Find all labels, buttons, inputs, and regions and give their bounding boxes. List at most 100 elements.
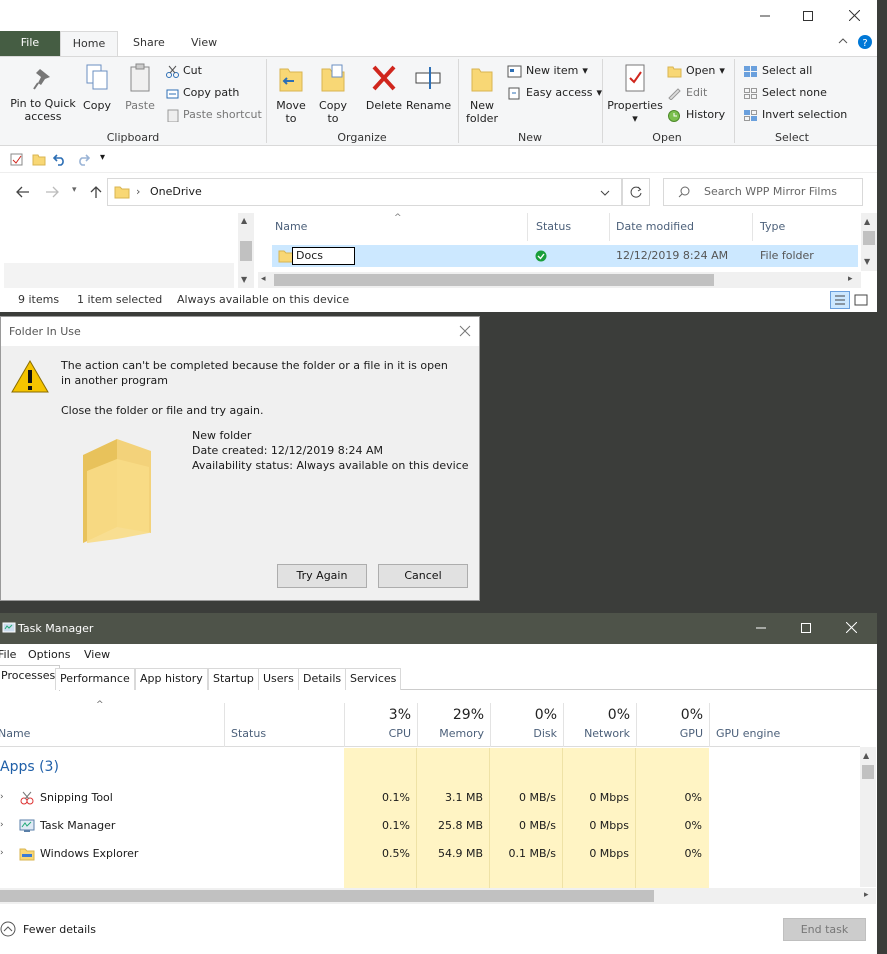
menu-options[interactable]: Options bbox=[28, 648, 70, 661]
move-to-button[interactable]: Move to bbox=[274, 63, 308, 125]
close-button[interactable] bbox=[846, 622, 857, 633]
scroll-down-icon[interactable]: ▼ bbox=[241, 275, 247, 284]
rename-textbox[interactable]: Docs bbox=[292, 247, 355, 265]
undo-icon[interactable] bbox=[53, 152, 67, 166]
details-view-icon[interactable] bbox=[830, 291, 850, 309]
maximize-button[interactable] bbox=[801, 623, 811, 633]
scroll-up-icon[interactable]: ▲ bbox=[863, 751, 869, 760]
copy-button[interactable]: Copy bbox=[80, 63, 114, 112]
column-status[interactable]: Status bbox=[531, 213, 610, 241]
close-button[interactable] bbox=[831, 0, 877, 31]
fewer-details-link[interactable]: Fewer details bbox=[23, 923, 96, 936]
paste-button[interactable]: Paste bbox=[122, 63, 158, 112]
pin-to-quick-access-button[interactable]: Pin to Quick access bbox=[8, 67, 78, 123]
column-memory[interactable]: 29% Memory bbox=[417, 703, 490, 747]
folder-icon[interactable] bbox=[32, 153, 46, 166]
easy-access-button[interactable]: Easy access ▾ bbox=[507, 86, 602, 100]
column-network[interactable]: 0% Network bbox=[563, 703, 636, 747]
try-again-button[interactable]: Try Again bbox=[277, 564, 367, 588]
redo-icon[interactable] bbox=[76, 152, 90, 166]
navigation-pane[interactable]: ▲ ▼ bbox=[4, 213, 254, 288]
scroll-right-icon[interactable]: ▸ bbox=[848, 274, 853, 284]
customize-qat-icon[interactable]: ▾ bbox=[100, 152, 105, 163]
file-list-hscrollbar[interactable]: ◂ ▸ bbox=[258, 272, 861, 288]
select-all-button[interactable]: Select all bbox=[743, 64, 812, 78]
tab-app-history[interactable]: App history bbox=[135, 668, 208, 690]
tab-home[interactable]: Home bbox=[60, 31, 118, 57]
help-icon[interactable]: ? bbox=[858, 35, 872, 49]
column-gpu-engine[interactable]: GPU engine bbox=[709, 703, 860, 747]
column-gpu[interactable]: 0% GPU bbox=[636, 703, 709, 747]
tab-share[interactable]: Share bbox=[120, 31, 178, 56]
tab-details[interactable]: Details bbox=[298, 668, 347, 690]
forward-arrow-icon[interactable] bbox=[45, 186, 59, 198]
menu-file[interactable]: File bbox=[0, 648, 16, 661]
column-status[interactable]: Status bbox=[224, 703, 344, 747]
file-list-vscrollbar[interactable]: ▲ ▼ bbox=[861, 213, 877, 271]
recent-locations-icon[interactable]: ▾ bbox=[72, 185, 77, 195]
chevron-up-icon[interactable] bbox=[838, 36, 848, 46]
scroll-thumb[interactable] bbox=[863, 231, 875, 245]
cut-button[interactable]: Cut bbox=[166, 64, 202, 78]
apps-group-header[interactable]: Apps (3) bbox=[0, 759, 59, 775]
column-name[interactable]: Name bbox=[270, 213, 528, 241]
end-task-button[interactable]: End task bbox=[783, 918, 866, 941]
process-row[interactable]: › Windows Explorer 0.5% 54.9 MB 0.1 MB/s… bbox=[0, 840, 860, 868]
column-type[interactable]: Type bbox=[755, 213, 855, 241]
scroll-thumb[interactable] bbox=[240, 241, 252, 261]
tab-startup[interactable]: Startup bbox=[208, 668, 259, 690]
properties-button[interactable]: Properties ▾ bbox=[606, 63, 664, 125]
paste-shortcut-button[interactable]: Paste shortcut bbox=[166, 108, 262, 122]
minimize-button[interactable] bbox=[756, 623, 766, 633]
minimize-button[interactable] bbox=[742, 0, 788, 31]
maximize-button[interactable] bbox=[785, 0, 831, 31]
column-disk[interactable]: 0% Disk bbox=[490, 703, 563, 747]
expand-chevron-icon[interactable]: › bbox=[0, 820, 4, 830]
copy-path-button[interactable]: Copy path bbox=[166, 86, 239, 100]
column-date-modified[interactable]: Date modified bbox=[611, 213, 753, 241]
delete-button[interactable]: Delete bbox=[364, 63, 404, 112]
open-button[interactable]: Open ▾ bbox=[667, 64, 725, 78]
nav-scrollbar[interactable]: ▲ ▼ bbox=[238, 213, 254, 288]
expand-chevron-icon[interactable]: › bbox=[0, 848, 4, 858]
invert-selection-button[interactable]: Invert selection bbox=[743, 108, 847, 122]
process-vscrollbar[interactable]: ▲ bbox=[860, 747, 876, 887]
scroll-thumb[interactable] bbox=[274, 274, 714, 286]
dialog-close-icon[interactable] bbox=[459, 325, 471, 337]
scroll-right-icon[interactable]: ▸ bbox=[864, 890, 869, 900]
copy-to-button[interactable]: Copy to bbox=[316, 63, 350, 125]
scroll-thumb[interactable] bbox=[0, 890, 654, 902]
process-hscrollbar[interactable]: ▸ bbox=[0, 888, 876, 904]
breadcrumb-location[interactable]: OneDrive bbox=[150, 185, 202, 198]
refresh-button[interactable] bbox=[622, 178, 650, 206]
scroll-down-icon[interactable]: ▼ bbox=[864, 257, 870, 266]
rename-button[interactable]: Rename bbox=[406, 63, 451, 112]
history-button[interactable]: History bbox=[667, 108, 725, 122]
address-dropdown-icon[interactable] bbox=[600, 184, 610, 198]
tab-file[interactable]: File bbox=[0, 31, 60, 56]
process-row[interactable]: › Task Manager 0.1% 25.8 MB 0 MB/s 0 Mbp… bbox=[0, 812, 860, 840]
search-input[interactable]: Search WPP Mirror Films bbox=[663, 178, 863, 206]
tab-performance[interactable]: Performance bbox=[55, 668, 135, 690]
large-icons-view-icon[interactable] bbox=[854, 293, 868, 307]
select-none-button[interactable]: Select none bbox=[743, 86, 827, 100]
back-arrow-icon[interactable] bbox=[16, 186, 30, 198]
new-folder-button[interactable]: New folder bbox=[464, 63, 500, 125]
properties-check-icon[interactable] bbox=[10, 153, 23, 166]
new-item-button[interactable]: New item ▾ bbox=[507, 64, 588, 78]
tab-users[interactable]: Users bbox=[258, 668, 299, 690]
up-arrow-icon[interactable] bbox=[90, 185, 102, 199]
scroll-left-icon[interactable]: ◂ bbox=[261, 274, 266, 284]
tab-view[interactable]: View bbox=[178, 31, 230, 56]
cancel-button[interactable]: Cancel bbox=[378, 564, 468, 588]
process-row[interactable]: › Snipping Tool 0.1% 3.1 MB 0 MB/s 0 Mbp… bbox=[0, 784, 860, 812]
tab-services[interactable]: Services bbox=[345, 668, 402, 690]
file-row-docs[interactable]: Docs 12/12/2019 8:24 AM File folder bbox=[272, 245, 858, 267]
expand-chevron-icon[interactable]: › bbox=[0, 792, 4, 802]
scroll-thumb[interactable] bbox=[862, 765, 874, 779]
column-cpu[interactable]: 3% CPU bbox=[344, 703, 417, 747]
column-name[interactable]: Name bbox=[0, 727, 30, 740]
tab-processes[interactable]: Processes bbox=[0, 665, 61, 691]
scroll-up-icon[interactable]: ▲ bbox=[241, 216, 247, 225]
menu-view[interactable]: View bbox=[84, 648, 110, 661]
